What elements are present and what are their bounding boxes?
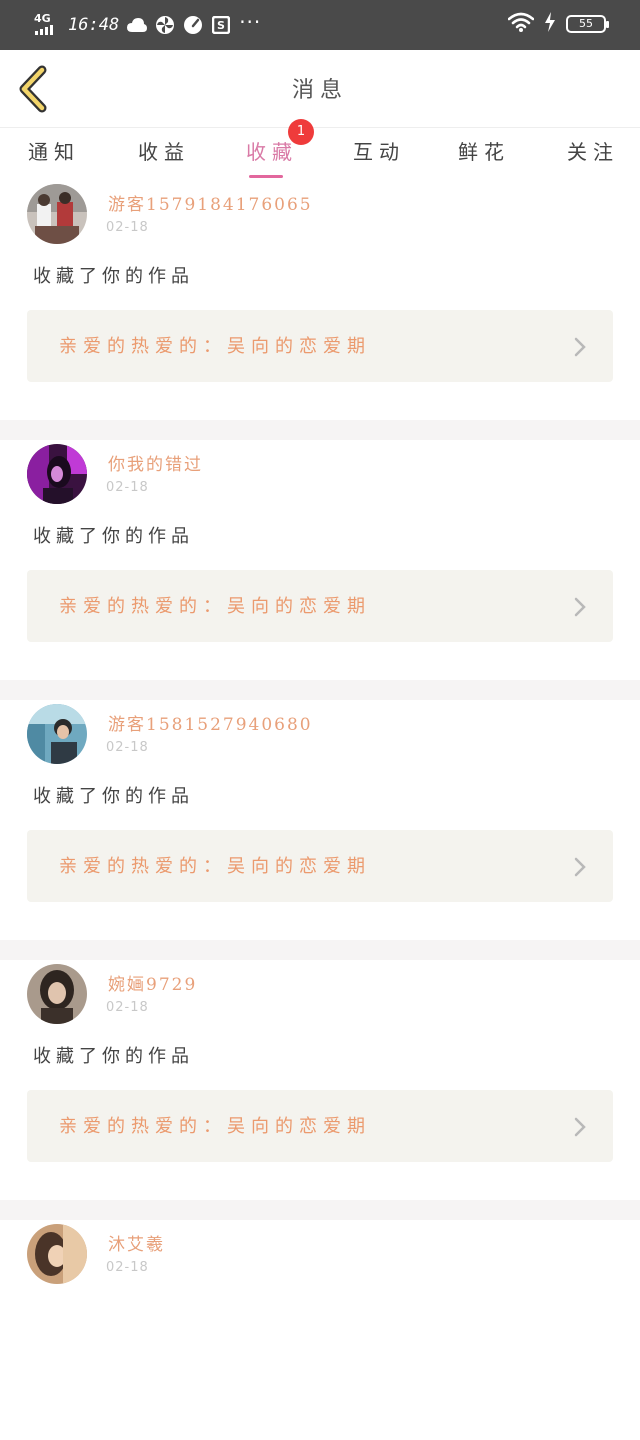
action-text: 收藏了你的作品 <box>33 786 194 807</box>
tab-notifications[interactable]: 通知 <box>28 136 80 165</box>
avatar[interactable] <box>27 184 87 244</box>
chevron-right-icon <box>574 597 586 617</box>
wifi-icon <box>507 12 535 36</box>
svg-text:S: S <box>217 19 225 32</box>
divider <box>0 1180 640 1220</box>
tab-follows[interactable]: 关注 <box>567 136 619 165</box>
message-date: 02-18 <box>106 220 149 235</box>
tab-earnings[interactable]: 收益 <box>138 136 190 165</box>
chevron-right-icon <box>574 1117 586 1137</box>
chevron-right-icon <box>574 857 586 877</box>
avatar[interactable] <box>27 704 87 764</box>
username[interactable]: 沐艾羲 <box>108 1230 165 1255</box>
username[interactable]: 婉婳9729 <box>108 970 197 995</box>
active-tab-indicator <box>249 175 283 178</box>
unread-badge: 1 <box>288 119 314 145</box>
work-card[interactable]: 亲爱的热爱的：吴向的恋爱期 <box>27 1090 613 1162</box>
work-card[interactable]: 亲爱的热爱的：吴向的恋爱期 <box>27 310 613 382</box>
more-dots: ··· <box>239 10 262 34</box>
work-title: 亲爱的热爱的：吴向的恋爱期 <box>59 336 371 357</box>
chevron-right-icon <box>574 337 586 357</box>
username[interactable]: 游客1581527940680 <box>108 710 313 735</box>
work-title: 亲爱的热爱的：吴向的恋爱期 <box>59 596 371 617</box>
tab-interactions[interactable]: 互动 <box>353 136 405 165</box>
action-text: 收藏了你的作品 <box>33 266 194 287</box>
nav-header: 消息 <box>0 50 640 128</box>
message-date: 02-18 <box>106 740 149 755</box>
work-title: 亲爱的热爱的：吴向的恋爱期 <box>59 856 371 877</box>
work-card[interactable]: 亲爱的热爱的：吴向的恋爱期 <box>27 830 613 902</box>
battery-icon: 55 <box>566 15 609 33</box>
action-text: 收藏了你的作品 <box>33 526 194 547</box>
work-title: 亲爱的热爱的：吴向的恋爱期 <box>59 1116 371 1137</box>
charging-icon <box>544 12 556 36</box>
divider <box>0 920 640 960</box>
message-date: 02-18 <box>106 1260 149 1275</box>
signal-icon: 4G <box>34 12 60 38</box>
divider <box>0 400 640 440</box>
list-item: 你我的错过 02-18 收藏了你的作品 亲爱的热爱的：吴向的恋爱期 <box>0 440 640 660</box>
message-list: 游客1579184176065 02-18 收藏了你的作品 亲爱的热爱的：吴向的… <box>0 180 640 1440</box>
list-item: 游客1579184176065 02-18 收藏了你的作品 亲爱的热爱的：吴向的… <box>0 180 640 400</box>
avatar[interactable] <box>27 964 87 1024</box>
tab-flowers[interactable]: 鲜花 <box>458 136 510 165</box>
work-card[interactable]: 亲爱的热爱的：吴向的恋爱期 <box>27 570 613 642</box>
tab-bar: 通知 收益 收藏 互动 鲜花 关注 <box>0 128 640 180</box>
pinwheel-icon <box>155 15 175 35</box>
screenshot-icon: S <box>211 15 231 35</box>
list-item: 婉婳9729 02-18 收藏了你的作品 亲爱的热爱的：吴向的恋爱期 <box>0 960 640 1180</box>
speedometer-icon <box>183 15 203 35</box>
network-type: 4G <box>34 12 51 25</box>
action-text: 收藏了你的作品 <box>33 1046 194 1067</box>
clock: 16:48 <box>68 15 120 35</box>
page-title: 消息 <box>291 78 348 103</box>
username[interactable]: 游客1579184176065 <box>108 190 313 215</box>
message-date: 02-18 <box>106 480 149 495</box>
cloud-icon <box>127 15 148 35</box>
message-date: 02-18 <box>106 1000 149 1015</box>
list-item: 游客1581527940680 02-18 收藏了你的作品 亲爱的热爱的：吴向的… <box>0 700 640 920</box>
avatar[interactable] <box>27 1224 87 1284</box>
divider <box>0 660 640 700</box>
username[interactable]: 你我的错过 <box>108 450 203 475</box>
status-bar: 4G 16:48 S ··· 55 <box>0 0 640 50</box>
list-item: 沐艾羲 02-18 <box>0 1220 640 1440</box>
avatar[interactable] <box>27 444 87 504</box>
